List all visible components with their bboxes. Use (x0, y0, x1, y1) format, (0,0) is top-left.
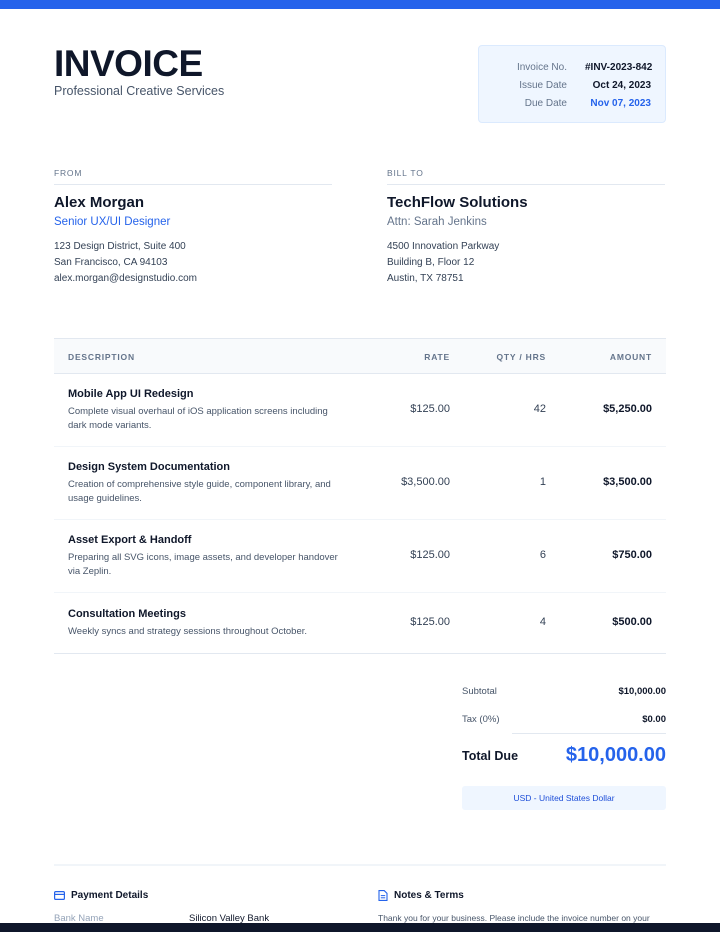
item-title: Asset Export & Handoff (68, 534, 192, 546)
subtotal-value: $10,000.00 (618, 686, 666, 697)
tax-value: $0.00 (642, 714, 666, 725)
item-amount: $3,500.00 (603, 476, 652, 488)
credit-card-icon (54, 891, 65, 900)
currency-badge: USD - United States Dollar (462, 786, 666, 810)
due-date: Nov 07, 2023 (590, 97, 651, 109)
notes-heading: Notes & Terms (378, 890, 464, 901)
from-caption: FROM (54, 168, 83, 178)
sender-role: Senior UX/UI Designer (54, 216, 171, 228)
sender-email: alex.morgan@designstudio.com (54, 273, 198, 284)
item-qty: 4 (539, 616, 546, 628)
item-description: Creation of comprehensive style guide, c… (68, 479, 331, 504)
top-accent-bar (0, 0, 720, 9)
payment-details-title: Payment Details (71, 890, 149, 901)
invoice-title: INVOICE (54, 43, 203, 84)
notes-text: Thank you for your business. Please incl… (378, 913, 650, 923)
column-header-rate: RATE (424, 352, 450, 362)
table-header: DESCRIPTION RATE QTY / HRS AMOUNT (54, 338, 666, 374)
item-rate: $125.00 (410, 403, 450, 415)
invoice-number: #INV-2023-842 (585, 61, 653, 73)
item-description: Preparing all SVG icons, image assets, a… (68, 552, 338, 577)
item-rate: $125.00 (410, 549, 450, 561)
tax-label: Tax (0%) (462, 714, 500, 725)
column-header-amount: AMOUNT (609, 352, 652, 362)
item-rate: $3,500.00 (401, 476, 450, 488)
table-row: Asset Export & Handoff Preparing all SVG… (54, 520, 666, 593)
item-title: Mobile App UI Redesign (68, 388, 194, 400)
address-line: Austin, TX 78751 (387, 273, 464, 284)
meta-issue-date: Issue Date Oct 24, 2023 (481, 78, 651, 92)
item-qty: 42 (533, 403, 546, 415)
divider (387, 184, 665, 185)
meta-invoice-no: Invoice No. #INV-2023-842 (481, 60, 653, 74)
document-icon (378, 890, 388, 901)
item-amount: $750.00 (612, 549, 652, 561)
address-line: Building B, Floor 12 (387, 257, 475, 268)
from-section: FROM Alex Morgan Senior UX/UI Designer 1… (54, 168, 332, 287)
table-row: Design System Documentation Creation of … (54, 447, 666, 520)
item-rate: $125.00 (410, 616, 450, 628)
item-description: Complete visual overhaul of iOS applicat… (68, 406, 328, 431)
item-description: Weekly syncs and strategy sessions throu… (68, 626, 308, 637)
issue-date: Oct 24, 2023 (592, 79, 651, 91)
notes-title: Notes & Terms (394, 890, 464, 901)
meta-due-date: Due Date Nov 07, 2023 (481, 96, 651, 110)
total-due-value: $10,000.00 (565, 744, 666, 766)
payment-details-heading: Payment Details (54, 890, 148, 901)
bill-to-section: BILL TO TechFlow Solutions Attn: Sarah J… (387, 168, 665, 287)
totals-divider (512, 733, 666, 734)
invoice-subtitle: Professional Creative Services (54, 84, 225, 98)
meta-label: Invoice No. (516, 61, 567, 73)
footer-divider (54, 864, 666, 866)
address-line: 4500 Innovation Parkway (387, 241, 500, 252)
invoice-meta-box: Invoice No. #INV-2023-842 Issue Date Oct… (478, 45, 666, 123)
address-line: 123 Design District, Suite 400 (54, 241, 186, 252)
line-items-table: DESCRIPTION RATE QTY / HRS AMOUNT Mobile… (54, 338, 666, 654)
meta-label: Issue Date (519, 79, 567, 91)
bill-to-caption: BILL TO (387, 168, 424, 178)
item-title: Consultation Meetings (68, 608, 186, 620)
item-title: Design System Documentation (68, 461, 230, 473)
divider (54, 184, 332, 185)
item-qty: 6 (539, 549, 546, 561)
item-qty: 1 (539, 476, 546, 488)
client-name: TechFlow Solutions (387, 194, 528, 211)
client-attn: Attn: Sarah Jenkins (387, 216, 487, 228)
bottom-bar (0, 923, 720, 932)
address-line: San Francisco, CA 94103 (54, 257, 168, 268)
tax-row: Tax (0%) $0.00 (462, 714, 666, 725)
meta-label: Due Date (524, 97, 567, 109)
client-address: 4500 Innovation Parkway Building B, Floo… (387, 239, 665, 287)
sender-address: 123 Design District, Suite 400 San Franc… (54, 239, 332, 287)
total-due-row: Total Due $10,000.00 (462, 744, 666, 767)
subtotal-row: Subtotal $10,000.00 (462, 686, 666, 697)
item-amount: $5,250.00 (603, 403, 652, 415)
table-row: Mobile App UI Redesign Complete visual o… (54, 374, 666, 447)
table-row: Consultation Meetings Weekly syncs and s… (54, 593, 666, 654)
total-due-label: Total Due (462, 748, 519, 763)
column-header-description: DESCRIPTION (68, 352, 135, 362)
column-header-qty: QTY / HRS (496, 352, 546, 362)
subtotal-label: Subtotal (462, 686, 497, 697)
sender-name: Alex Morgan (54, 194, 145, 211)
item-amount: $500.00 (612, 616, 652, 628)
